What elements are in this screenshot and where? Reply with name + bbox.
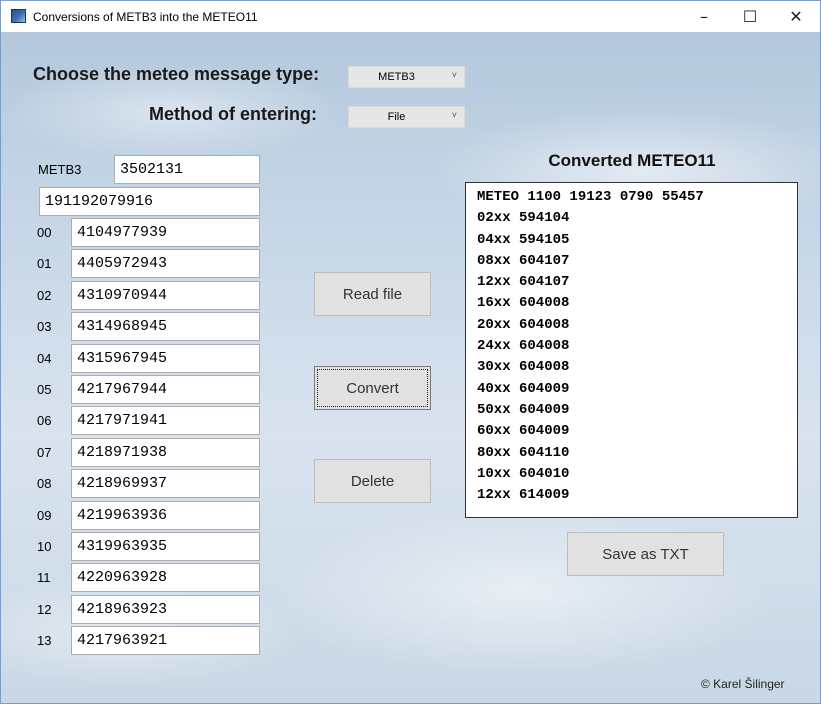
metb3-row-field[interactable]: 4217967944 [71,375,260,404]
output-line: 40xx 604009 [477,380,570,397]
row-number-label: 04 [37,351,52,366]
row-number-label: 07 [37,445,52,460]
row-number-label: 03 [37,319,52,334]
close-button[interactable]: ✕ [773,1,819,32]
maximize-button[interactable]: ☐ [727,1,773,32]
client-area: Choose the meteo message type: METB3 ˅ M… [1,32,820,703]
title-bar: Conversions of METB3 into the METEO11 – … [1,1,820,32]
metb3-row-field[interactable]: 4217963921 [71,626,260,655]
read-file-button[interactable]: Read file [314,272,431,316]
row-number-label: 13 [37,633,52,648]
metb3-row-field[interactable]: 4405972943 [71,249,260,278]
app-icon [11,9,26,23]
entry-method-label: Method of entering: [149,104,317,124]
row-number-label: 05 [37,382,52,397]
row-number-label: 01 [37,256,52,271]
copyright-credit: © Karel Šilinger [701,677,785,691]
output-line: 30xx 604008 [477,359,570,376]
output-line: 80xx 604110 [477,444,570,461]
output-line: 12xx 604107 [477,274,570,291]
metb3-row-field[interactable]: 4319963935 [71,532,260,561]
entry-method-select[interactable]: File ˅ [348,106,465,128]
metb3-row-field[interactable]: 4310970944 [71,281,260,310]
row-number-label: 09 [37,508,52,523]
metb3-row-field[interactable]: 4218969937 [71,469,260,498]
output-line: 04xx 594105 [477,231,570,248]
message-type-select[interactable]: METB3 ˅ [348,66,465,88]
metb3-label: METB3 [38,162,82,177]
output-title: Converted METEO11 [548,151,716,170]
row-number-label: 08 [37,476,52,491]
app-window: Conversions of METB3 into the METEO11 – … [0,0,821,704]
metb3-header-field[interactable]: 191192079916 [39,187,260,216]
save-txt-button[interactable]: Save as TXT [567,532,724,576]
minimize-button[interactable]: – [681,1,727,32]
output-line: 12xx 614009 [477,487,570,504]
output-line: 08xx 604107 [477,252,570,269]
metb3-row-field[interactable]: 4218971938 [71,438,260,467]
row-number-label: 06 [37,413,52,428]
row-number-label: 12 [37,602,52,617]
convert-button[interactable]: Convert [314,366,431,410]
metb3-row-field[interactable]: 4314968945 [71,312,260,341]
message-type-value: METB3 [378,71,415,83]
output-line: 60xx 604009 [477,423,570,440]
row-number-label: 02 [37,288,52,303]
output-line: 24xx 604008 [477,338,570,355]
delete-button[interactable]: Delete [314,459,431,503]
metb3-row-field[interactable]: 4220963928 [71,563,260,592]
chevron-down-icon: ˅ [451,70,457,80]
output-line: METEO 1100 19123 0790 55457 [477,189,704,205]
metb3-code-field[interactable]: 3502131 [114,155,260,184]
output-line: 50xx 604009 [477,401,570,418]
row-number-label: 10 [37,539,52,554]
output-line: 10xx 604010 [477,465,570,482]
chevron-down-icon: ˅ [451,110,457,120]
entry-method-value: File [387,111,406,123]
metb3-row-field[interactable]: 4219963936 [71,501,260,530]
message-type-label: Choose the meteo message type: [33,64,320,84]
row-number-label: 11 [37,570,51,585]
metb3-row-field[interactable]: 4315967945 [71,344,260,373]
metb3-row-field[interactable]: 4217971941 [71,406,260,435]
metb3-row-field[interactable]: 4218963923 [71,595,260,624]
output-line: 16xx 604008 [477,295,570,312]
output-textbox[interactable]: METEO 1100 19123 0790 55457 02xx 594104 04… [465,182,798,518]
metb3-row-field[interactable]: 4104977939 [71,218,260,247]
window-title: Conversions of METB3 into the METEO11 [33,10,258,24]
row-number-label: 00 [37,225,52,240]
output-line: 02xx 594104 [477,210,570,227]
output-line: 20xx 604008 [477,316,570,333]
